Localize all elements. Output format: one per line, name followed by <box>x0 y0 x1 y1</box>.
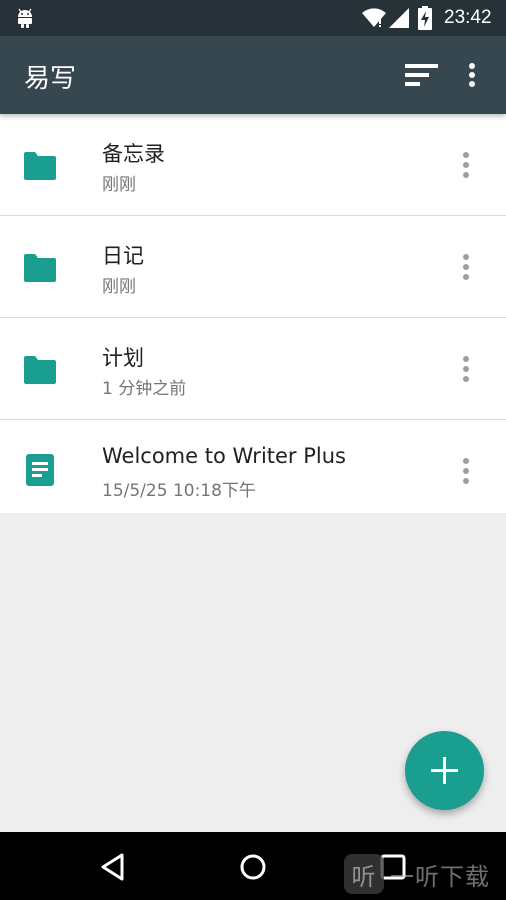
status-bar: 23:42 <box>0 0 506 36</box>
add-fab-button[interactable] <box>405 731 484 810</box>
app-title: 易写 <box>24 64 77 94</box>
android-icon <box>18 8 32 28</box>
back-button[interactable] <box>98 852 128 882</box>
item-more-button[interactable] <box>452 351 480 387</box>
more-vert-icon <box>463 458 469 484</box>
folder-icon <box>24 356 56 384</box>
watermark-text: 一听下载 <box>390 862 490 891</box>
app-bar: 易写 <box>0 36 506 114</box>
list-item[interactable]: 计划 1 分钟之前 <box>0 318 506 420</box>
item-title: 日记 <box>102 244 144 268</box>
file-list: 备忘录 刚刚 日记 刚刚 计划 1 分钟之前 Welcome to Writer… <box>0 114 506 513</box>
watermark: 听 一听下载 <box>344 852 490 896</box>
battery-charging-icon <box>418 6 432 30</box>
list-item[interactable]: 日记 刚刚 <box>0 216 506 318</box>
item-title: Welcome to Writer Plus <box>102 444 346 468</box>
sort-icon <box>405 64 438 86</box>
item-more-button[interactable] <box>452 147 480 183</box>
plus-icon <box>431 757 458 784</box>
document-icon <box>26 454 54 486</box>
list-item[interactable]: 备忘录 刚刚 <box>0 114 506 216</box>
item-title: 计划 <box>102 346 144 370</box>
item-timestamp: 刚刚 <box>102 175 136 195</box>
watermark-logo: 听 <box>344 854 384 894</box>
folder-icon <box>24 152 56 180</box>
more-vert-icon <box>463 356 469 382</box>
more-vert-icon <box>463 254 469 280</box>
item-more-button[interactable] <box>452 249 480 285</box>
back-icon <box>101 853 124 881</box>
list-item[interactable]: Welcome to Writer Plus 15/5/25 10:18下午 <box>0 420 506 513</box>
home-button[interactable] <box>238 852 268 882</box>
signal-icon <box>389 8 409 28</box>
overflow-menu-button[interactable] <box>456 54 488 98</box>
wifi-icon <box>362 8 386 27</box>
item-timestamp: 1 分钟之前 <box>102 379 187 399</box>
item-timestamp: 15/5/25 10:18下午 <box>102 481 256 501</box>
status-time: 23:42 <box>444 7 492 28</box>
item-timestamp: 刚刚 <box>102 277 136 297</box>
folder-icon <box>24 254 56 282</box>
item-more-button[interactable] <box>452 453 480 489</box>
sort-button[interactable] <box>398 54 442 98</box>
more-vert-icon <box>469 63 475 87</box>
more-vert-icon <box>463 152 469 178</box>
home-icon <box>240 854 266 880</box>
item-title: 备忘录 <box>102 142 165 166</box>
